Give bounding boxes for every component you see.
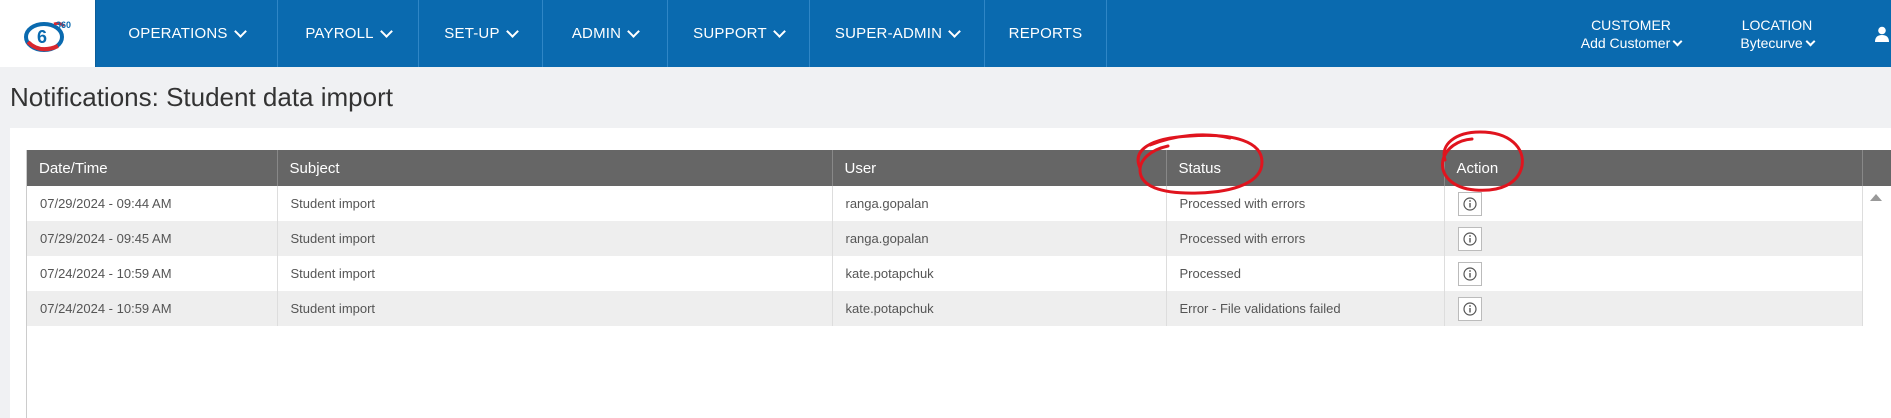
svg-text:6: 6 (37, 27, 47, 47)
top-navigation-bar: 6 360 OPERATIONS PAYROLL SET-UP ADMIN SU… (0, 0, 1891, 67)
nav-label: ADMIN (571, 25, 622, 42)
scroll-up-arrow-icon[interactable] (1870, 194, 1882, 201)
cell-subject: Student import (277, 291, 833, 326)
cell-datetime: 07/29/2024 - 09:45 AM (27, 221, 278, 256)
nav-admin[interactable]: ADMIN (543, 0, 668, 67)
cell-action (1444, 186, 1863, 221)
nav-super-admin[interactable]: SUPER-ADMIN (810, 0, 985, 67)
cell-subject: Student import (277, 221, 833, 256)
nav-label: OPERATIONS (128, 25, 228, 42)
cell-status: Error - File validations failed (1166, 291, 1445, 326)
notifications-table: Date/Time Subject User Status Action 07/… (27, 150, 1863, 326)
info-button[interactable] (1457, 296, 1482, 321)
cell-subject: Student import (277, 256, 833, 291)
cell-user: ranga.gopalan (832, 221, 1167, 256)
cell-action (1444, 291, 1863, 326)
column-header-action[interactable]: Action (1444, 150, 1863, 186)
chevron-down-icon (379, 25, 393, 38)
scrollbar-header (1862, 150, 1891, 186)
cell-action (1444, 221, 1863, 256)
chevron-down-icon (1672, 36, 1683, 47)
logo-text: 360 (56, 20, 71, 30)
cell-status: Processed (1166, 256, 1445, 291)
info-icon (1462, 231, 1477, 246)
nav-label: PAYROLL (305, 25, 374, 42)
table-row[interactable]: 07/29/2024 - 09:44 AM Student import ran… (27, 186, 1863, 221)
chevron-down-icon (233, 25, 247, 38)
info-button[interactable] (1457, 191, 1482, 216)
cell-action (1444, 256, 1863, 291)
cell-user: kate.potapchuk (832, 291, 1167, 326)
notifications-grid: Date/Time Subject User Status Action 07/… (26, 150, 1891, 418)
user-icon (1875, 26, 1889, 42)
cell-status: Processed with errors (1166, 186, 1445, 221)
info-button[interactable] (1457, 226, 1482, 251)
cell-status: Processed with errors (1166, 221, 1445, 256)
column-header-user[interactable]: User (832, 150, 1167, 186)
table-row[interactable]: 07/24/2024 - 10:59 AM Student import kat… (27, 291, 1863, 326)
cell-user: ranga.gopalan (832, 186, 1167, 221)
notifications-panel: Date/Time Subject User Status Action 07/… (10, 128, 1891, 418)
nav-label: REPORTS (1008, 25, 1083, 42)
chevron-down-icon (948, 25, 961, 38)
cell-datetime: 07/24/2024 - 10:59 AM (27, 256, 278, 291)
cell-subject: Student import (277, 186, 833, 221)
main-nav: OPERATIONS PAYROLL SET-UP ADMIN SUPPORT … (96, 0, 1107, 67)
nav-label: SUPPORT (693, 25, 767, 42)
nav-label: SUPER-ADMIN (834, 25, 943, 42)
info-button[interactable] (1457, 261, 1482, 286)
table-row[interactable]: 07/24/2024 - 10:59 AM Student import kat… (27, 256, 1863, 291)
app-logo[interactable]: 6 360 (0, 0, 96, 67)
logo-icon: 6 360 (23, 20, 71, 52)
nav-setup[interactable]: SET-UP (419, 0, 543, 67)
customer-menu[interactable]: CUSTOMER Add Customer (1555, 16, 1707, 52)
page-title: Notifications: Student data import (10, 82, 393, 112)
cell-datetime: 07/24/2024 - 10:59 AM (27, 291, 278, 326)
customer-label: CUSTOMER (1591, 16, 1671, 33)
location-menu[interactable]: LOCATION Bytecurve (1715, 16, 1839, 52)
nav-operations[interactable]: OPERATIONS (96, 0, 278, 67)
cell-datetime: 07/29/2024 - 09:44 AM (27, 186, 278, 221)
chevron-down-icon (505, 25, 519, 38)
chevron-down-icon (627, 25, 641, 38)
nav-label: SET-UP (444, 25, 500, 42)
nav-support[interactable]: SUPPORT (668, 0, 810, 67)
nav-reports[interactable]: REPORTS (985, 0, 1107, 67)
table-row[interactable]: 07/29/2024 - 09:45 AM Student import ran… (27, 221, 1863, 256)
nav-payroll[interactable]: PAYROLL (278, 0, 419, 67)
cell-user: kate.potapchuk (832, 256, 1167, 291)
chevron-down-icon (1805, 36, 1816, 47)
info-icon (1462, 301, 1477, 316)
column-header-status[interactable]: Status (1166, 150, 1445, 186)
customer-value: Add Customer (1580, 34, 1671, 51)
location-label: LOCATION (1741, 16, 1813, 33)
location-value: Bytecurve (1740, 34, 1803, 51)
info-icon (1462, 196, 1477, 211)
right-menus: CUSTOMER Add Customer LOCATION Bytecurve (1555, 0, 1891, 67)
chevron-down-icon (772, 25, 786, 38)
column-header-subject[interactable]: Subject (277, 150, 833, 186)
table-header-row: Date/Time Subject User Status Action (27, 150, 1863, 186)
column-header-datetime[interactable]: Date/Time (27, 150, 278, 186)
user-menu[interactable] (1839, 26, 1891, 42)
info-icon (1462, 266, 1477, 281)
